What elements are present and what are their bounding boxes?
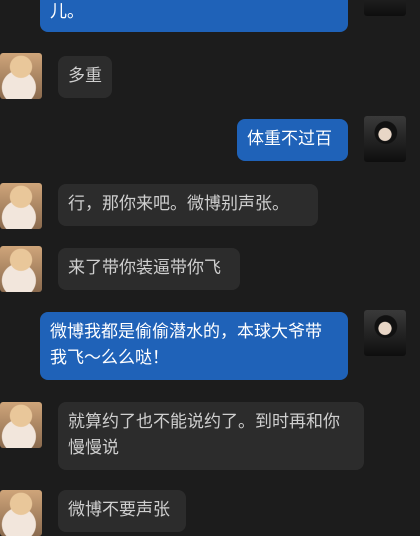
avatar[interactable] xyxy=(0,490,42,536)
message-bubble[interactable]: 多重 xyxy=(58,56,112,98)
message-bubble[interactable]: 来了带你装逼带你飞 xyxy=(58,248,240,290)
message-bubble[interactable]: 体重不过百 xyxy=(237,119,348,161)
avatar[interactable] xyxy=(364,310,406,356)
message-bubble[interactable]: 行，那你来吧。微博别声张。 xyxy=(58,184,318,226)
message-bubble[interactable]: 就算约了也不能说约了。到时再和你慢慢说 xyxy=(58,402,364,470)
avatar[interactable] xyxy=(364,0,406,16)
message-bubble[interactable]: 微博我都是偷偷潜水的，本球大爷带我飞～么么哒！ xyxy=(40,312,348,380)
avatar[interactable] xyxy=(0,183,42,229)
avatar[interactable] xyxy=(0,53,42,99)
avatar[interactable] xyxy=(364,116,406,162)
message-bubble[interactable]: 微博不要声张 xyxy=(58,490,186,532)
avatar[interactable] xyxy=(0,246,42,292)
message-bubble[interactable]: 儿。 xyxy=(40,0,348,32)
avatar[interactable] xyxy=(0,402,42,448)
